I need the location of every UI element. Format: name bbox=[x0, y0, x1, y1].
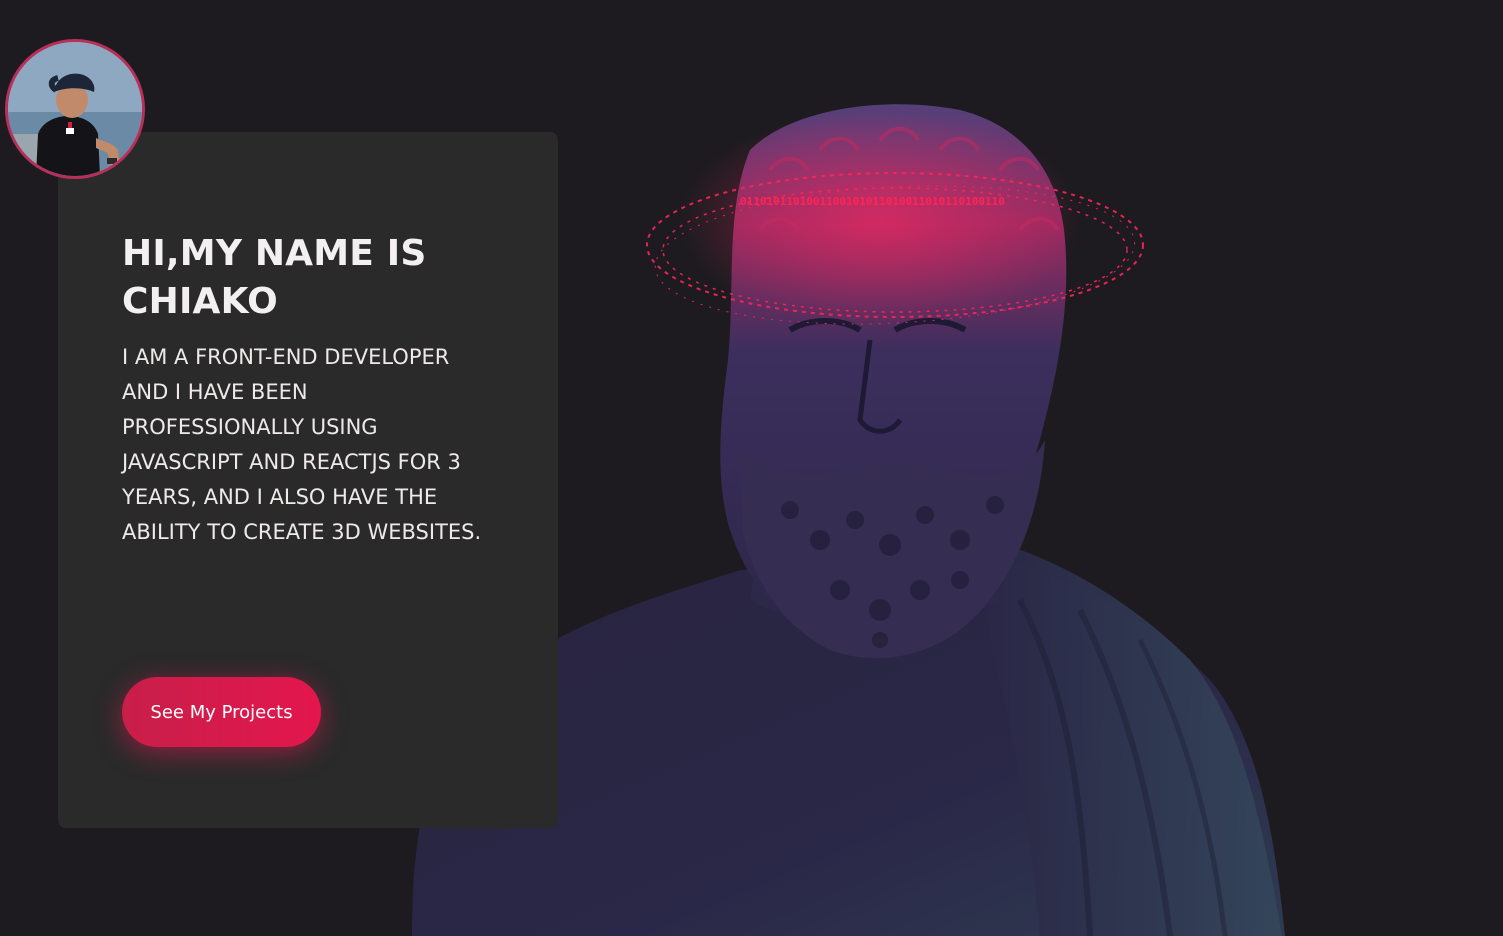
hero-section: 0110101101001100101011010011010110100110… bbox=[0, 0, 1503, 936]
intro-description: I AM A FRONT-END DEVELOPER AND I HAVE BE… bbox=[122, 345, 482, 544]
intro-card: HI,MY NAME IS CHIAKO I AM A FRONT-END DE… bbox=[58, 132, 558, 828]
see-my-projects-button[interactable]: See My Projects bbox=[122, 677, 321, 747]
binary-halo-text: 0110101101001100101011010011010110100110 bbox=[740, 195, 1005, 208]
intro-title: HI,MY NAME IS CHIAKO bbox=[122, 233, 427, 322]
avatar bbox=[5, 39, 145, 179]
profile-photo-icon bbox=[8, 42, 142, 176]
